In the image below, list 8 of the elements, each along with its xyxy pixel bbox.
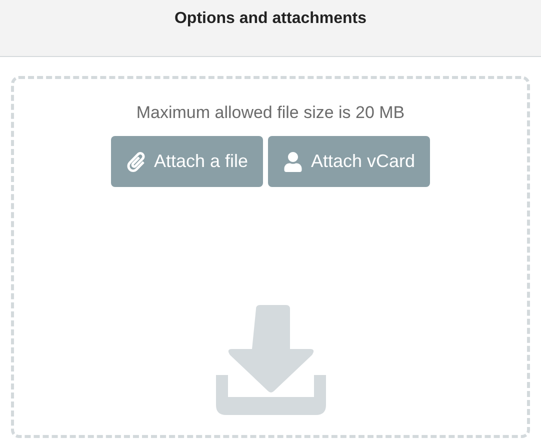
- drop-zone[interactable]: Maximum allowed file size is 20 MB Attach a file Attach vCard: [11, 76, 530, 438]
- paperclip-icon: [126, 152, 146, 172]
- attach-button[interactable]: Attach a file: [110, 136, 263, 187]
- header-title: Options and attachments: [174, 9, 367, 29]
- person-icon: [283, 152, 303, 172]
- attach-button[interactable]: Attach vCard: [268, 136, 430, 187]
- download-icon: [216, 305, 326, 415]
- file-size-note: Maximum allowed file size is 20 MB: [136, 102, 405, 124]
